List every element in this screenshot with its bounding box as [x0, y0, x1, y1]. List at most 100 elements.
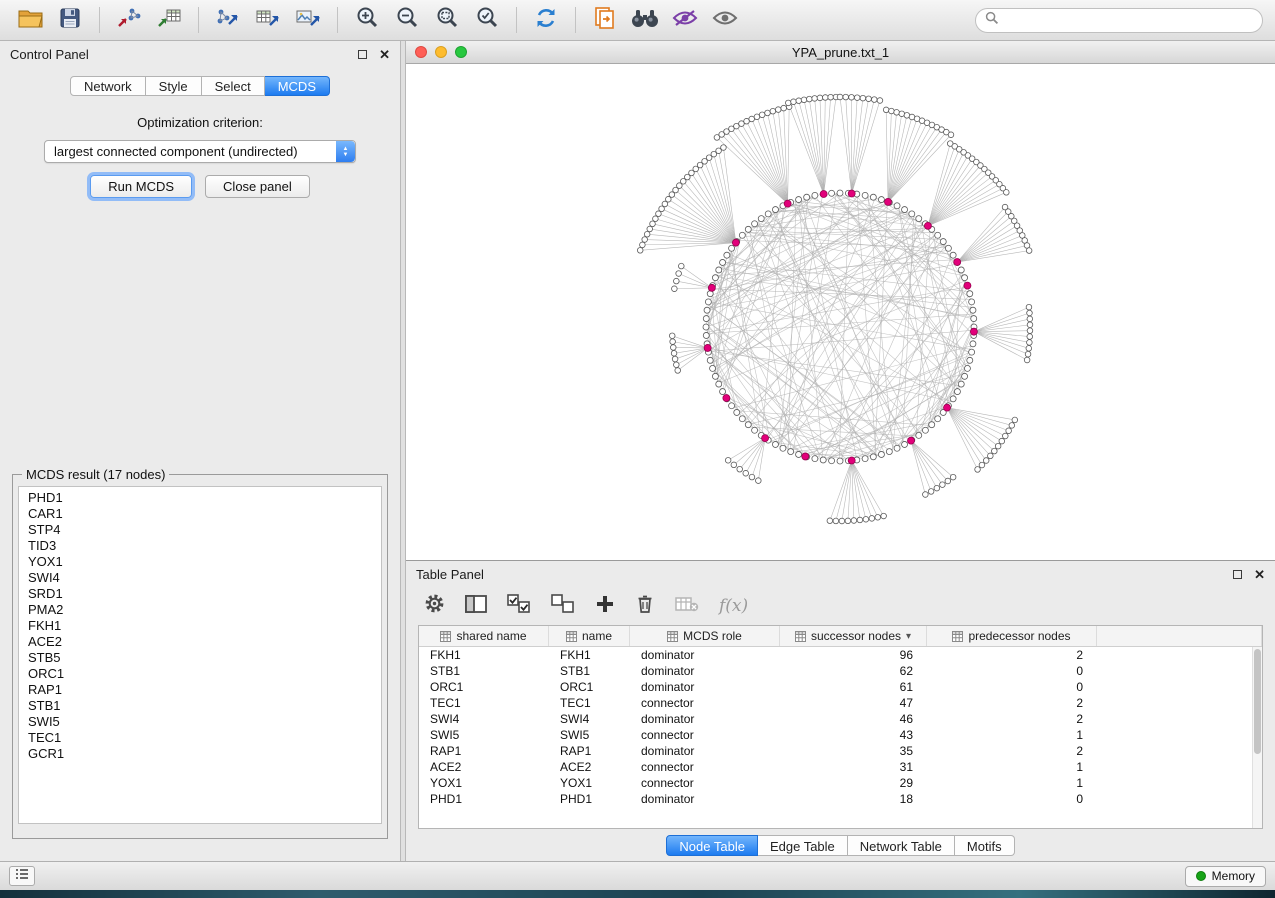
tab-motifs[interactable]: Motifs [955, 835, 1015, 856]
open-session-button[interactable] [12, 4, 48, 36]
table-row[interactable]: FKH1FKH1dominator962 [419, 647, 1262, 663]
table-row[interactable]: SWI5SWI5connector431 [419, 727, 1262, 743]
table-cell: dominator [630, 744, 780, 758]
criterion-dropdown[interactable]: largest connected component (undirected)… [44, 140, 356, 163]
export-image-button[interactable] [290, 4, 326, 36]
table-row[interactable]: SWI4SWI4dominator462 [419, 711, 1262, 727]
table-cell: SWI5 [549, 728, 630, 742]
clone-network-button[interactable] [587, 4, 623, 36]
create-column-button[interactable] [595, 594, 615, 619]
export-network-button[interactable] [210, 4, 246, 36]
export-table-button[interactable] [250, 4, 286, 36]
result-node-item[interactable]: SWI4 [28, 570, 381, 586]
table-cell: connector [630, 728, 780, 742]
trash-icon [635, 593, 655, 620]
refresh-icon [533, 5, 559, 36]
select-all-button[interactable] [507, 594, 531, 619]
search-network-button[interactable] [627, 4, 663, 36]
result-node-item[interactable]: GCR1 [28, 746, 381, 762]
function-builder-button[interactable]: f(x) [719, 596, 748, 616]
table-cell: connector [630, 760, 780, 774]
deselect-all-button[interactable] [551, 594, 575, 619]
search-input[interactable] [1005, 12, 1253, 29]
result-node-item[interactable]: SWI5 [28, 714, 381, 730]
hide-selected-button[interactable] [667, 4, 703, 36]
zoom-fit-button[interactable] [429, 4, 465, 36]
result-node-item[interactable]: YOX1 [28, 554, 381, 570]
table-cell: 0 [927, 680, 1097, 694]
tab-select[interactable]: Select [202, 76, 265, 96]
zoom-in-button[interactable] [349, 4, 385, 36]
result-node-item[interactable]: SRD1 [28, 586, 381, 602]
zoom-selected-button[interactable] [469, 4, 505, 36]
result-node-item[interactable]: PHD1 [28, 490, 381, 506]
table-row[interactable]: ORC1ORC1dominator610 [419, 679, 1262, 695]
close-panel-button[interactable]: Close panel [205, 175, 310, 198]
list-icon [15, 867, 29, 885]
result-node-item[interactable]: ACE2 [28, 634, 381, 650]
column-header-name[interactable]: name [549, 626, 630, 646]
result-node-item[interactable]: STP4 [28, 522, 381, 538]
import-network-button[interactable] [111, 4, 147, 36]
tab-network-table[interactable]: Network Table [848, 835, 955, 856]
tab-node-table[interactable]: Node Table [666, 835, 758, 856]
close-table-panel-icon[interactable]: ✕ [1254, 568, 1265, 581]
show-all-button[interactable] [707, 4, 743, 36]
run-mcds-button[interactable]: Run MCDS [90, 175, 192, 198]
column-header-predecessor-nodes[interactable]: predecessor nodes [927, 626, 1097, 646]
network-graph[interactable] [406, 64, 1275, 560]
save-session-button[interactable] [52, 4, 88, 36]
network-canvas[interactable] [406, 64, 1275, 560]
show-column-panel-button[interactable] [465, 595, 487, 618]
delete-column-button[interactable] [635, 593, 655, 620]
delete-table-button[interactable] [675, 595, 699, 618]
tab-edge-table[interactable]: Edge Table [758, 835, 848, 856]
memory-status-icon [1196, 871, 1206, 881]
table-row[interactable]: PHD1PHD1dominator180 [419, 791, 1262, 807]
table-row[interactable]: YOX1YOX1connector291 [419, 775, 1262, 791]
column-header-shared-name[interactable]: shared name [419, 626, 549, 646]
tab-style[interactable]: Style [146, 76, 202, 96]
tab-mcds[interactable]: MCDS [265, 76, 330, 96]
task-history-button[interactable] [9, 866, 35, 886]
minimize-window-icon[interactable] [435, 46, 447, 58]
column-header-MCDS-role[interactable]: MCDS role [630, 626, 780, 646]
table-cell: RAP1 [549, 744, 630, 758]
scrollbar-thumb[interactable] [1254, 649, 1261, 754]
maximize-window-icon[interactable] [455, 46, 467, 58]
result-node-item[interactable]: STB1 [28, 698, 381, 714]
table-row[interactable]: STB1STB1dominator620 [419, 663, 1262, 679]
table-settings-button[interactable] [424, 593, 445, 619]
network-search-box[interactable] [975, 8, 1263, 33]
result-node-item[interactable]: ORC1 [28, 666, 381, 682]
import-table-button[interactable] [151, 4, 187, 36]
memory-button[interactable]: Memory [1185, 866, 1266, 887]
desktop-wallpaper [0, 890, 1275, 898]
table-row[interactable]: TEC1TEC1connector472 [419, 695, 1262, 711]
result-node-item[interactable]: CAR1 [28, 506, 381, 522]
table-scrollbar[interactable] [1252, 647, 1262, 828]
float-panel-icon[interactable] [358, 50, 367, 59]
table-row[interactable]: ACE2ACE2connector311 [419, 759, 1262, 775]
result-node-item[interactable]: TID3 [28, 538, 381, 554]
float-table-panel-icon[interactable] [1233, 570, 1242, 579]
result-node-item[interactable]: RAP1 [28, 682, 381, 698]
result-node-item[interactable]: PMA2 [28, 602, 381, 618]
table-cell: PHD1 [419, 792, 549, 806]
network-view-titlebar[interactable]: YPA_prune.txt_1 [406, 41, 1275, 64]
zoom-out-button[interactable] [389, 4, 425, 36]
table-row[interactable]: RAP1RAP1dominator352 [419, 743, 1262, 759]
result-node-item[interactable]: TEC1 [28, 730, 381, 746]
refresh-button[interactable] [528, 4, 564, 36]
tab-network[interactable]: Network [70, 76, 146, 96]
close-panel-icon[interactable]: ✕ [379, 48, 390, 61]
table-cell: SWI4 [419, 712, 549, 726]
mcds-result-list[interactable]: PHD1CAR1STP4TID3YOX1SWI4SRD1PMA2FKH1ACE2… [18, 486, 382, 824]
network-view-window: YPA_prune.txt_1 [406, 41, 1275, 561]
table-cell: FKH1 [419, 648, 549, 662]
close-window-icon[interactable] [415, 46, 427, 58]
result-node-item[interactable]: FKH1 [28, 618, 381, 634]
column-header-successor-nodes[interactable]: successor nodes▾ [780, 626, 927, 646]
export-image-icon [295, 6, 321, 35]
result-node-item[interactable]: STB5 [28, 650, 381, 666]
